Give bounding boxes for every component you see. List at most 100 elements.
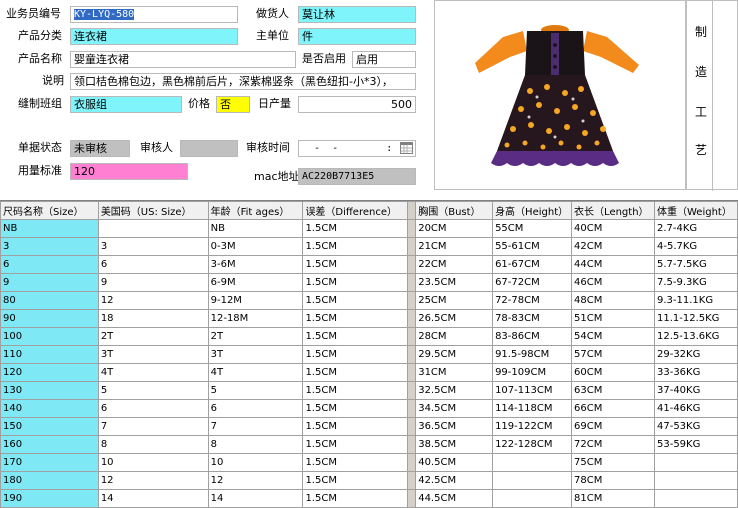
review-time-field[interactable]: - - : xyxy=(298,140,416,157)
table-cell[interactable]: 55-61CM xyxy=(492,237,573,256)
table-cell[interactable]: 11.1-12.5KG xyxy=(653,309,738,328)
table-cell[interactable]: 8 xyxy=(97,435,209,454)
table-cell[interactable]: 69CM xyxy=(571,417,655,436)
table-cell[interactable]: 37-40KG xyxy=(653,381,738,400)
table-cell[interactable]: 40CM xyxy=(571,219,655,238)
table-cell[interactable]: 7 xyxy=(97,417,209,436)
table-cell[interactable]: 150 xyxy=(0,417,99,436)
table-cell[interactable]: 21CM xyxy=(415,237,494,256)
table-cell[interactable]: 41-46KG xyxy=(653,399,738,418)
table-cell[interactable]: 130 xyxy=(0,381,99,400)
category-field[interactable]: 连衣裙 xyxy=(70,28,238,45)
table-row[interactable]: 110 3T 3T 1.5CM 29.5CM 91.5-98CM 57CM 29-32KG xyxy=(0,345,738,364)
table-cell[interactable]: 1.5CM xyxy=(302,417,409,436)
table-cell[interactable]: 81CM xyxy=(571,489,655,508)
table-cell[interactable]: 8 xyxy=(207,435,304,454)
table-cell[interactable]: 1.5CM xyxy=(302,453,409,472)
table-cell[interactable]: 12-18M xyxy=(207,309,304,328)
table-cell[interactable]: 4T xyxy=(97,363,209,382)
table-cell[interactable]: 140 xyxy=(0,399,99,418)
table-cell[interactable]: 54CM xyxy=(571,327,655,346)
desc-field[interactable]: 领口桔色棉包边，黑色棉前后片，深紫棉竖条（黑色纽扣-小*3）， xyxy=(70,73,416,90)
table-cell[interactable]: 29.5CM xyxy=(415,345,494,364)
table-cell[interactable]: 28CM xyxy=(415,327,494,346)
table-cell[interactable]: 160 xyxy=(0,435,99,454)
table-cell[interactable]: 1.5CM xyxy=(302,327,409,346)
price-field[interactable]: 否 xyxy=(216,96,250,113)
table-cell[interactable]: 1.5CM xyxy=(302,291,409,310)
table-cell[interactable]: 10 xyxy=(207,453,304,472)
table-cell[interactable]: 36.5CM xyxy=(415,417,494,436)
staff-no-field[interactable]: KY-LYQ-580 xyxy=(70,6,238,23)
column-header[interactable]: 衣长（Length） xyxy=(571,201,655,220)
table-cell[interactable] xyxy=(653,471,738,490)
table-cell[interactable]: 14 xyxy=(207,489,304,508)
table-cell[interactable]: 60CM xyxy=(571,363,655,382)
table-cell[interactable]: 48CM xyxy=(571,291,655,310)
table-cell[interactable]: 100 xyxy=(0,327,99,346)
table-cell[interactable]: 22CM xyxy=(415,255,494,274)
table-cell[interactable]: 1.5CM xyxy=(302,471,409,490)
table-cell[interactable]: 90 xyxy=(0,309,99,328)
table-cell[interactable] xyxy=(653,453,738,472)
table-cell[interactable]: 42.5CM xyxy=(415,471,494,490)
table-cell[interactable]: 55CM xyxy=(492,219,573,238)
table-cell[interactable]: 4T xyxy=(207,363,304,382)
calendar-icon[interactable] xyxy=(400,142,413,154)
table-cell[interactable]: 0-3M xyxy=(207,237,304,256)
product-image-panel[interactable] xyxy=(434,0,686,190)
table-cell[interactable]: 66CM xyxy=(571,399,655,418)
table-cell[interactable]: 10 xyxy=(97,453,209,472)
table-cell[interactable]: 9 xyxy=(0,273,99,292)
table-cell[interactable]: 32.5CM xyxy=(415,381,494,400)
table-cell[interactable]: 180 xyxy=(0,471,99,490)
unit-field[interactable]: 件 xyxy=(298,28,416,45)
table-cell[interactable]: 1.5CM xyxy=(302,363,409,382)
column-header[interactable]: 身高（Height） xyxy=(492,201,573,220)
table-cell[interactable]: 34.5CM xyxy=(415,399,494,418)
column-header[interactable]: 体重（Weight） xyxy=(653,201,738,220)
material-field[interactable]: 120 xyxy=(70,163,188,180)
table-cell[interactable]: 57CM xyxy=(571,345,655,364)
table-cell[interactable]: 2T xyxy=(97,327,209,346)
table-cell[interactable]: 26.5CM xyxy=(415,309,494,328)
table-cell[interactable]: 190 xyxy=(0,489,99,508)
column-header[interactable]: 美国码（US: Size） xyxy=(97,201,209,220)
column-header[interactable]: 胸围（Bust） xyxy=(415,201,494,220)
table-row[interactable]: 90 18 12-18M 1.5CM 26.5CM 78-83CM 51CM 11.1-12.… xyxy=(0,309,738,328)
table-cell[interactable]: 40.5CM xyxy=(415,453,494,472)
table-cell[interactable] xyxy=(97,219,209,238)
table-cell[interactable]: 7 xyxy=(207,417,304,436)
table-cell[interactable]: 80 xyxy=(0,291,99,310)
table-cell[interactable]: 6-9M xyxy=(207,273,304,292)
table-cell[interactable]: 61-67CM xyxy=(492,255,573,274)
table-row[interactable]: 130 5 5 1.5CM 32.5CM 107-113CM 63CM 37-40KG xyxy=(0,381,738,400)
table-cell[interactable]: 18 xyxy=(97,309,209,328)
table-cell[interactable]: 91.5-98CM xyxy=(492,345,573,364)
table-cell[interactable]: 31CM xyxy=(415,363,494,382)
table-cell[interactable]: 72-78CM xyxy=(492,291,573,310)
table-row[interactable]: 140 6 6 1.5CM 34.5CM 114-118CM 66CM 41-46KG xyxy=(0,399,738,418)
table-cell[interactable]: 4-5.7KG xyxy=(653,237,738,256)
table-row[interactable]: 160 8 8 1.5CM 38.5CM 122-128CM 72CM 53-59KG xyxy=(0,435,738,454)
table-cell[interactable]: 78-83CM xyxy=(492,309,573,328)
table-cell[interactable]: 67-72CM xyxy=(492,273,573,292)
table-cell[interactable]: 114-118CM xyxy=(492,399,573,418)
table-cell[interactable] xyxy=(653,489,738,508)
table-cell[interactable]: 5 xyxy=(207,381,304,400)
table-cell[interactable]: 110 xyxy=(0,345,99,364)
table-cell[interactable]: 78CM xyxy=(571,471,655,490)
table-cell[interactable] xyxy=(492,471,573,490)
table-cell[interactable]: 6 xyxy=(97,255,209,274)
table-cell[interactable]: 1.5CM xyxy=(302,435,409,454)
table-cell[interactable]: 33-36KG xyxy=(653,363,738,382)
table-cell[interactable]: NB xyxy=(0,219,99,238)
table-cell[interactable]: 23.5CM xyxy=(415,273,494,292)
table-cell[interactable]: 5.7-7.5KG xyxy=(653,255,738,274)
table-cell[interactable]: 7.5-9.3KG xyxy=(653,273,738,292)
table-cell[interactable]: 63CM xyxy=(571,381,655,400)
table-cell[interactable]: 1.5CM xyxy=(302,399,409,418)
table-row[interactable]: 120 4T 4T 1.5CM 31CM 99-109CM 60CM 33-36KG xyxy=(0,363,738,382)
table-cell[interactable]: 75CM xyxy=(571,453,655,472)
table-cell[interactable] xyxy=(492,489,573,508)
